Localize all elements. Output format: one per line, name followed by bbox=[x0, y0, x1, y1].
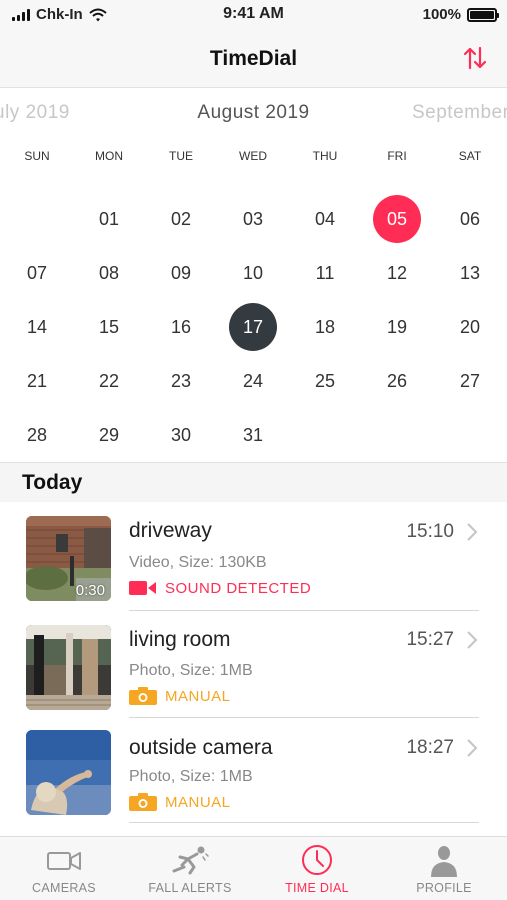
calendar-day[interactable]: 16 bbox=[157, 303, 205, 351]
event-tag: SOUND DETECTED bbox=[129, 579, 311, 597]
chevron-right-icon bbox=[467, 739, 478, 757]
tab-label: PROFILE bbox=[416, 881, 472, 895]
section-title: Today bbox=[22, 471, 83, 494]
calendar-day[interactable]: 14 bbox=[13, 303, 61, 351]
sort-button[interactable] bbox=[461, 44, 489, 72]
event-thumbnail bbox=[26, 625, 111, 710]
calendar-day[interactable]: 01 bbox=[85, 195, 133, 243]
calendar-day[interactable]: 22 bbox=[85, 357, 133, 405]
weekday-label: THU bbox=[312, 149, 338, 163]
event-thumbnail: 0:30 bbox=[26, 516, 111, 601]
event-tag-label: MANUAL bbox=[165, 687, 231, 705]
calendar-grid: 01 02 03 04 05 06 07 08 09 10 11 12 13 14 15 16 17 18 19 20… bbox=[0, 192, 507, 462]
calendar-day[interactable]: 27 bbox=[446, 357, 494, 405]
event-tag-label: SOUND DETECTED bbox=[165, 579, 312, 597]
calendar-day[interactable]: 18 bbox=[301, 303, 349, 351]
event-meta: Video, Size: 130KB bbox=[129, 554, 267, 571]
calendar-day[interactable]: 28 bbox=[13, 411, 61, 459]
event-name: driveway bbox=[129, 519, 212, 542]
tab-label: FALL ALERTS bbox=[148, 881, 232, 895]
event-row[interactable]: 0:30 driveway 15:10 Video, Size: 130KB S… bbox=[0, 502, 507, 611]
tab-profile[interactable]: PROFILE bbox=[381, 837, 507, 900]
status-right: 100% bbox=[422, 6, 499, 23]
calendar-day[interactable]: 04 bbox=[301, 195, 349, 243]
calendar-day-selected[interactable]: 17 bbox=[229, 303, 277, 351]
status-bar: Chk-In 9:41 AM 100% bbox=[0, 0, 507, 30]
event-time: 15:10 bbox=[406, 521, 454, 542]
calendar-day[interactable]: 31 bbox=[229, 411, 277, 459]
event-row[interactable]: living room 15:27 Photo, Size: 1MB MANUA… bbox=[0, 610, 507, 718]
calendar-day[interactable]: 12 bbox=[373, 249, 421, 297]
event-name: living room bbox=[129, 628, 231, 651]
weekday-label: MON bbox=[95, 149, 123, 163]
event-thumbnail bbox=[26, 730, 111, 815]
tab-label: CAMERAS bbox=[32, 881, 96, 895]
nav-bar: TimeDial bbox=[0, 30, 507, 88]
event-meta: Photo, Size: 1MB bbox=[129, 768, 253, 785]
event-tag: MANUAL bbox=[129, 793, 231, 811]
battery-percent: 100% bbox=[422, 6, 461, 23]
calendar-day[interactable]: 03 bbox=[229, 195, 277, 243]
event-time: 18:27 bbox=[406, 737, 454, 758]
weekday-label: SUN bbox=[24, 149, 50, 163]
event-row[interactable]: outside camera 18:27 Photo, Size: 1MB MA… bbox=[0, 717, 507, 823]
fall-person-icon bbox=[172, 846, 209, 875]
calendar-day[interactable]: 23 bbox=[157, 357, 205, 405]
event-time: 15:27 bbox=[406, 629, 454, 650]
calendar-day[interactable]: 20 bbox=[446, 303, 494, 351]
event-meta: Photo, Size: 1MB bbox=[129, 662, 253, 679]
calendar-day[interactable]: 08 bbox=[85, 249, 133, 297]
sort-arrows-icon bbox=[463, 46, 487, 70]
tab-time-dial[interactable]: TIME DIAL bbox=[254, 837, 380, 900]
calendar-day[interactable]: 29 bbox=[85, 411, 133, 459]
photo-camera-icon bbox=[129, 793, 157, 811]
weekday-label: TUE bbox=[169, 149, 193, 163]
row-divider bbox=[129, 822, 479, 823]
tab-fall-alerts[interactable]: FALL ALERTS bbox=[127, 837, 253, 900]
tab-label: TIME DIAL bbox=[285, 881, 349, 895]
weekday-label: WED bbox=[239, 149, 267, 163]
calendar-day[interactable]: 07 bbox=[13, 249, 61, 297]
chevron-right-icon bbox=[467, 523, 478, 541]
calendar-day[interactable]: 19 bbox=[373, 303, 421, 351]
calendar-day[interactable]: 25 bbox=[301, 357, 349, 405]
weekday-header: SUN MON TUE WED THU FRI SAT bbox=[0, 149, 507, 165]
calendar-day[interactable]: 09 bbox=[157, 249, 205, 297]
calendar-day[interactable]: 26 bbox=[373, 357, 421, 405]
calendar-day[interactable]: 10 bbox=[229, 249, 277, 297]
section-header: Today bbox=[0, 462, 507, 502]
next-month[interactable]: September bbox=[412, 102, 507, 124]
calendar-day[interactable]: 11 bbox=[301, 249, 349, 297]
video-camera-icon bbox=[129, 581, 156, 595]
weekday-label: FRI bbox=[387, 149, 407, 163]
month-picker: July 2019 August 2019 September bbox=[0, 98, 507, 132]
chevron-right-icon bbox=[467, 631, 478, 649]
event-name: outside camera bbox=[129, 736, 273, 759]
battery-icon bbox=[467, 7, 499, 22]
video-duration: 0:30 bbox=[75, 582, 105, 599]
calendar-day[interactable]: 02 bbox=[157, 195, 205, 243]
calendar-day[interactable]: 21 bbox=[13, 357, 61, 405]
calendar-day-today[interactable]: 05 bbox=[373, 195, 421, 243]
calendar-day[interactable]: 30 bbox=[157, 411, 205, 459]
calendar-day[interactable]: 13 bbox=[446, 249, 494, 297]
tab-cameras[interactable]: CAMERAS bbox=[1, 837, 127, 900]
event-tag: MANUAL bbox=[129, 687, 231, 705]
clock-icon bbox=[302, 845, 332, 875]
camera-icon bbox=[47, 852, 81, 870]
calendar-day[interactable]: 06 bbox=[446, 195, 494, 243]
calendar-day[interactable]: 15 bbox=[85, 303, 133, 351]
photo-camera-icon bbox=[129, 687, 157, 705]
event-tag-label: MANUAL bbox=[165, 793, 231, 811]
calendar-day[interactable]: 24 bbox=[229, 357, 277, 405]
weekday-label: SAT bbox=[458, 149, 482, 163]
tab-bar: CAMERAS FALL ALERTS TIME DIAL PROFILE bbox=[0, 836, 507, 900]
person-icon bbox=[431, 846, 457, 877]
page-title: TimeDial bbox=[209, 47, 298, 70]
